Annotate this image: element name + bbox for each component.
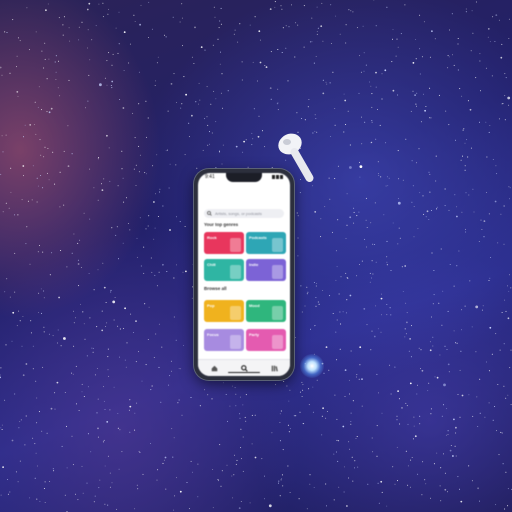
tile-label: Podcasts [249, 235, 267, 240]
genre-tile[interactable]: Indie [246, 259, 286, 281]
genre-tile[interactable]: Chill [204, 259, 244, 281]
tab-home[interactable] [207, 363, 221, 373]
tile-label: Rock [207, 235, 217, 240]
tile-label: Mood [249, 303, 260, 308]
tile-label: Focus [207, 332, 219, 337]
search-input[interactable]: Artists, songs, or podcasts [204, 209, 284, 218]
battery-icon [272, 175, 284, 179]
browse-tile[interactable]: Party [246, 329, 286, 351]
tile-label: Pop [207, 303, 215, 308]
section-title-top-genres: Your top genres [204, 222, 239, 227]
tab-library[interactable] [267, 363, 281, 373]
home-icon [211, 365, 217, 371]
search-placeholder: Artists, songs, or podcasts [215, 211, 262, 216]
tile-artwork [230, 306, 241, 320]
tile-artwork [230, 335, 241, 349]
tile-label: Chill [207, 262, 216, 267]
library-icon [271, 365, 278, 371]
tile-artwork [230, 238, 241, 252]
bright-star-flare [300, 354, 324, 378]
status-time: 9:41 [205, 174, 215, 180]
notch [226, 173, 262, 182]
phone-screen: 9:41 Artists, songs, or podcasts Your to… [198, 173, 290, 376]
browse-tile[interactable]: Mood [246, 300, 286, 322]
search-icon [240, 364, 248, 372]
tile-artwork [272, 335, 283, 349]
search-icon [207, 211, 212, 216]
smartphone: 9:41 Artists, songs, or podcasts Your to… [194, 169, 294, 380]
home-indicator [228, 371, 260, 373]
browse-tile[interactable]: Focus [204, 329, 244, 351]
tile-label: Party [249, 332, 260, 337]
tab-bar [198, 359, 290, 376]
tile-artwork [272, 238, 283, 252]
section-title-browse-all: Browse all [204, 286, 227, 291]
genre-tile[interactable]: Podcasts [246, 232, 286, 254]
tile-artwork [272, 265, 283, 279]
tile-label: Indie [249, 262, 259, 267]
browse-tile[interactable]: Pop [204, 300, 244, 322]
tile-artwork [230, 265, 241, 279]
genre-tile[interactable]: Rock [204, 232, 244, 254]
tile-artwork [272, 306, 283, 320]
